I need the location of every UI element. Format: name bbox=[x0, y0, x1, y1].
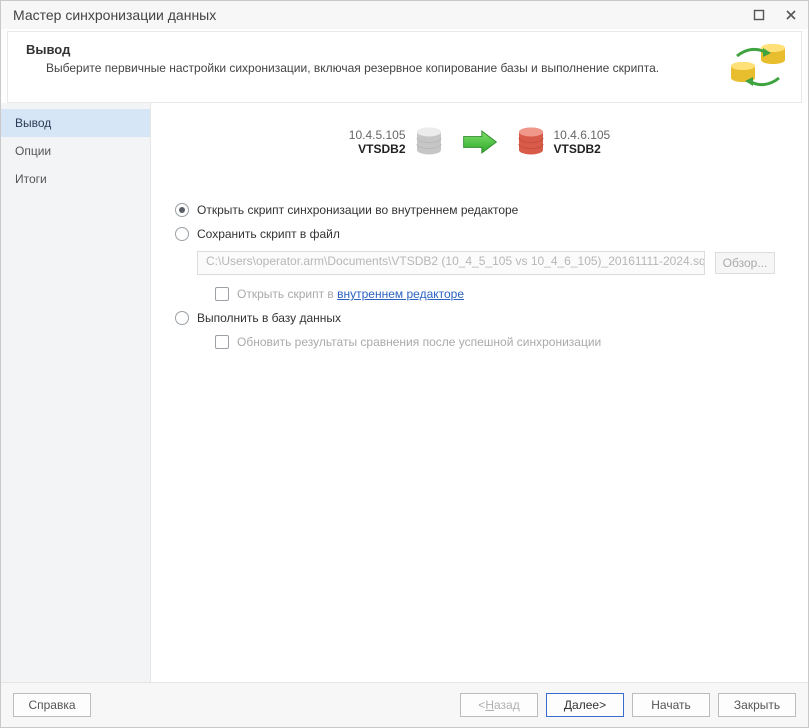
maximize-icon bbox=[753, 9, 765, 21]
sidebar-item-label: Вывод bbox=[15, 116, 51, 130]
file-path-row: C:\Users\operator.arm\Documents\VTSDB2 (… bbox=[197, 251, 784, 275]
checkbox-icon bbox=[215, 287, 229, 301]
content-pane: 10.4.5.105 VTSDB2 bbox=[151, 103, 808, 682]
next-button[interactable]: Далее > bbox=[546, 693, 624, 717]
database-red-icon bbox=[518, 127, 544, 157]
wizard-body: Вывод Опции Итоги 10.4.5.105 VTSDB2 bbox=[1, 103, 808, 682]
header-panel: Вывод Выберите первичные настройки сихро… bbox=[7, 31, 802, 103]
footer: Справка < Назад Далее > Начать Закрыть bbox=[1, 682, 808, 727]
help-button[interactable]: Справка bbox=[13, 693, 91, 717]
check-refresh-after: Обновить результаты сравнения после успе… bbox=[215, 335, 784, 349]
source-db-name: VTSDB2 bbox=[318, 142, 406, 156]
browse-button: Обзор... bbox=[715, 252, 775, 274]
file-path-input: C:\Users\operator.arm\Documents\VTSDB2 (… bbox=[197, 251, 705, 275]
wizard-window: Мастер синхронизации данных Вывод Выбери… bbox=[0, 0, 809, 728]
header-title: Вывод bbox=[26, 42, 659, 57]
sidebar-item-output[interactable]: Вывод bbox=[1, 109, 150, 137]
sidebar: Вывод Опции Итоги bbox=[1, 103, 151, 682]
sidebar-item-label: Опции bbox=[15, 144, 51, 158]
radio-open-internal[interactable]: Открыть скрипт синхронизации во внутренн… bbox=[175, 203, 784, 217]
arrow-right-icon bbox=[460, 128, 500, 156]
sidebar-item-options[interactable]: Опции bbox=[1, 137, 150, 165]
source-db-info: 10.4.5.105 VTSDB2 bbox=[318, 128, 406, 156]
radio-label: Выполнить в базу данных bbox=[197, 311, 341, 325]
close-icon bbox=[785, 9, 797, 21]
output-options: Открыть скрипт синхронизации во внутренн… bbox=[175, 203, 784, 349]
window-title: Мастер синхронизации данных bbox=[13, 7, 216, 23]
target-db-info: 10.4.6.105 VTSDB2 bbox=[554, 128, 642, 156]
header-text: Вывод Выберите первичные настройки сихро… bbox=[26, 42, 659, 88]
source-ip: 10.4.5.105 bbox=[318, 128, 406, 142]
check-open-in-editor: Открыть скрипт в внутреннем редакторе bbox=[215, 287, 784, 301]
radio-label: Открыть скрипт синхронизации во внутренн… bbox=[197, 203, 518, 217]
radio-label: Сохранить скрипт в файл bbox=[197, 227, 340, 241]
check-label: Открыть скрипт в внутреннем редакторе bbox=[237, 287, 464, 301]
radio-execute-db[interactable]: Выполнить в базу данных bbox=[175, 311, 784, 325]
target-db-name: VTSDB2 bbox=[554, 142, 642, 156]
radio-save-file[interactable]: Сохранить скрипт в файл bbox=[175, 227, 784, 241]
maximize-button[interactable] bbox=[752, 8, 766, 22]
target-ip: 10.4.6.105 bbox=[554, 128, 642, 142]
sidebar-item-summary[interactable]: Итоги bbox=[1, 165, 150, 193]
source-target-panel: 10.4.5.105 VTSDB2 bbox=[175, 127, 784, 157]
database-grey-icon bbox=[416, 127, 442, 157]
close-wizard-button[interactable]: Закрыть bbox=[718, 693, 796, 717]
start-button[interactable]: Начать bbox=[632, 693, 710, 717]
radio-icon bbox=[175, 311, 189, 325]
sidebar-item-label: Итоги bbox=[15, 172, 47, 186]
checkbox-icon bbox=[215, 335, 229, 349]
radio-icon bbox=[175, 227, 189, 241]
radio-icon bbox=[175, 203, 189, 217]
title-bar: Мастер синхронизации данных bbox=[1, 1, 808, 29]
internal-editor-link: внутреннем редакторе bbox=[337, 287, 464, 301]
window-controls bbox=[752, 8, 798, 22]
header-subtitle: Выберите первичные настройки сихронизаци… bbox=[26, 61, 659, 75]
check-label: Обновить результаты сравнения после успе… bbox=[237, 335, 601, 349]
sync-db-icon bbox=[729, 42, 787, 88]
close-button[interactable] bbox=[784, 8, 798, 22]
back-button: < Назад bbox=[460, 693, 538, 717]
source-db: 10.4.5.105 VTSDB2 bbox=[318, 127, 442, 157]
target-db: 10.4.6.105 VTSDB2 bbox=[518, 127, 642, 157]
